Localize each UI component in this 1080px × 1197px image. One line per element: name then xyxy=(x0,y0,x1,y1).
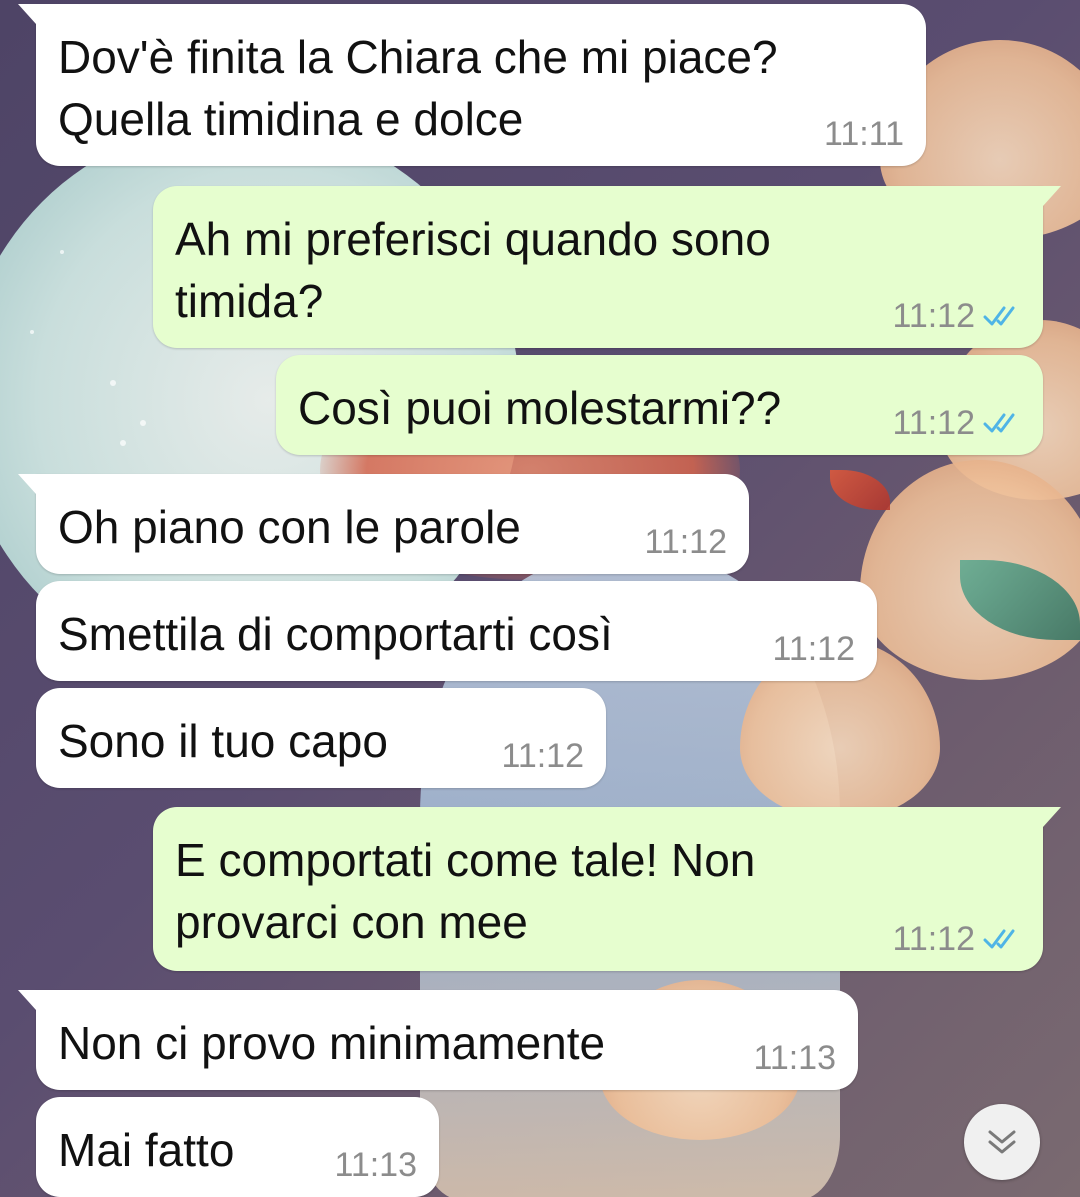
message-time: 11:12 xyxy=(501,737,584,775)
double-check-icon xyxy=(983,929,1015,949)
message-meta: 11:12 xyxy=(892,298,1021,334)
message-bubble-incoming[interactable]: Mai fatto 11:13 xyxy=(36,1097,439,1197)
message-time: 11:12 xyxy=(644,523,727,561)
double-chevron-down-icon xyxy=(988,1130,1016,1154)
message-time: 11:12 xyxy=(892,297,975,335)
message-time: 11:13 xyxy=(334,1146,417,1184)
message-bubble-outgoing[interactable]: Così puoi molestarmi?? 11:12 xyxy=(276,355,1043,455)
message-bubble-outgoing[interactable]: Ah mi preferisci quando sono timida? 11:… xyxy=(153,186,1061,348)
scroll-to-bottom-button[interactable] xyxy=(964,1104,1040,1180)
message-meta: 11:13 xyxy=(334,1147,417,1183)
message-bubble-outgoing[interactable]: E comportati come tale! Non provarci con… xyxy=(153,807,1061,971)
message-meta: 11:13 xyxy=(753,1040,836,1076)
message-meta: 11:12 xyxy=(644,524,727,560)
double-check-icon xyxy=(983,306,1015,326)
message-bubble-incoming[interactable]: Smettila di comportarti così 11:12 xyxy=(36,581,877,681)
message-meta: 11:12 xyxy=(772,631,855,667)
message-time: 11:12 xyxy=(892,920,975,958)
message-time: 11:13 xyxy=(753,1039,836,1077)
double-check-icon xyxy=(983,413,1015,433)
message-time: 11:12 xyxy=(772,630,855,668)
message-text: Non ci provo minimamente xyxy=(58,1017,606,1069)
message-time: 11:12 xyxy=(892,404,975,442)
message-bubble-incoming[interactable]: Dov'è finita la Chiara che mi piace? Que… xyxy=(18,4,926,166)
message-text: Smettila di comportarti così xyxy=(58,608,613,660)
message-meta: 11:12 xyxy=(892,405,1021,441)
message-text: Dov'è finita la Chiara che mi piace? Que… xyxy=(58,31,778,145)
message-bubble-incoming[interactable]: Sono il tuo capo 11:12 xyxy=(36,688,606,788)
message-meta: 11:11 xyxy=(824,116,904,152)
message-bubble-incoming[interactable]: Oh piano con le parole 11:12 xyxy=(18,474,749,574)
message-text: Oh piano con le parole xyxy=(58,501,521,553)
message-meta: 11:12 xyxy=(892,921,1021,957)
message-meta: 11:12 xyxy=(501,738,584,774)
message-bubble-incoming[interactable]: Non ci provo minimamente 11:13 xyxy=(18,990,858,1090)
wallpaper-leaf xyxy=(830,470,890,510)
message-time: 11:11 xyxy=(823,115,904,153)
